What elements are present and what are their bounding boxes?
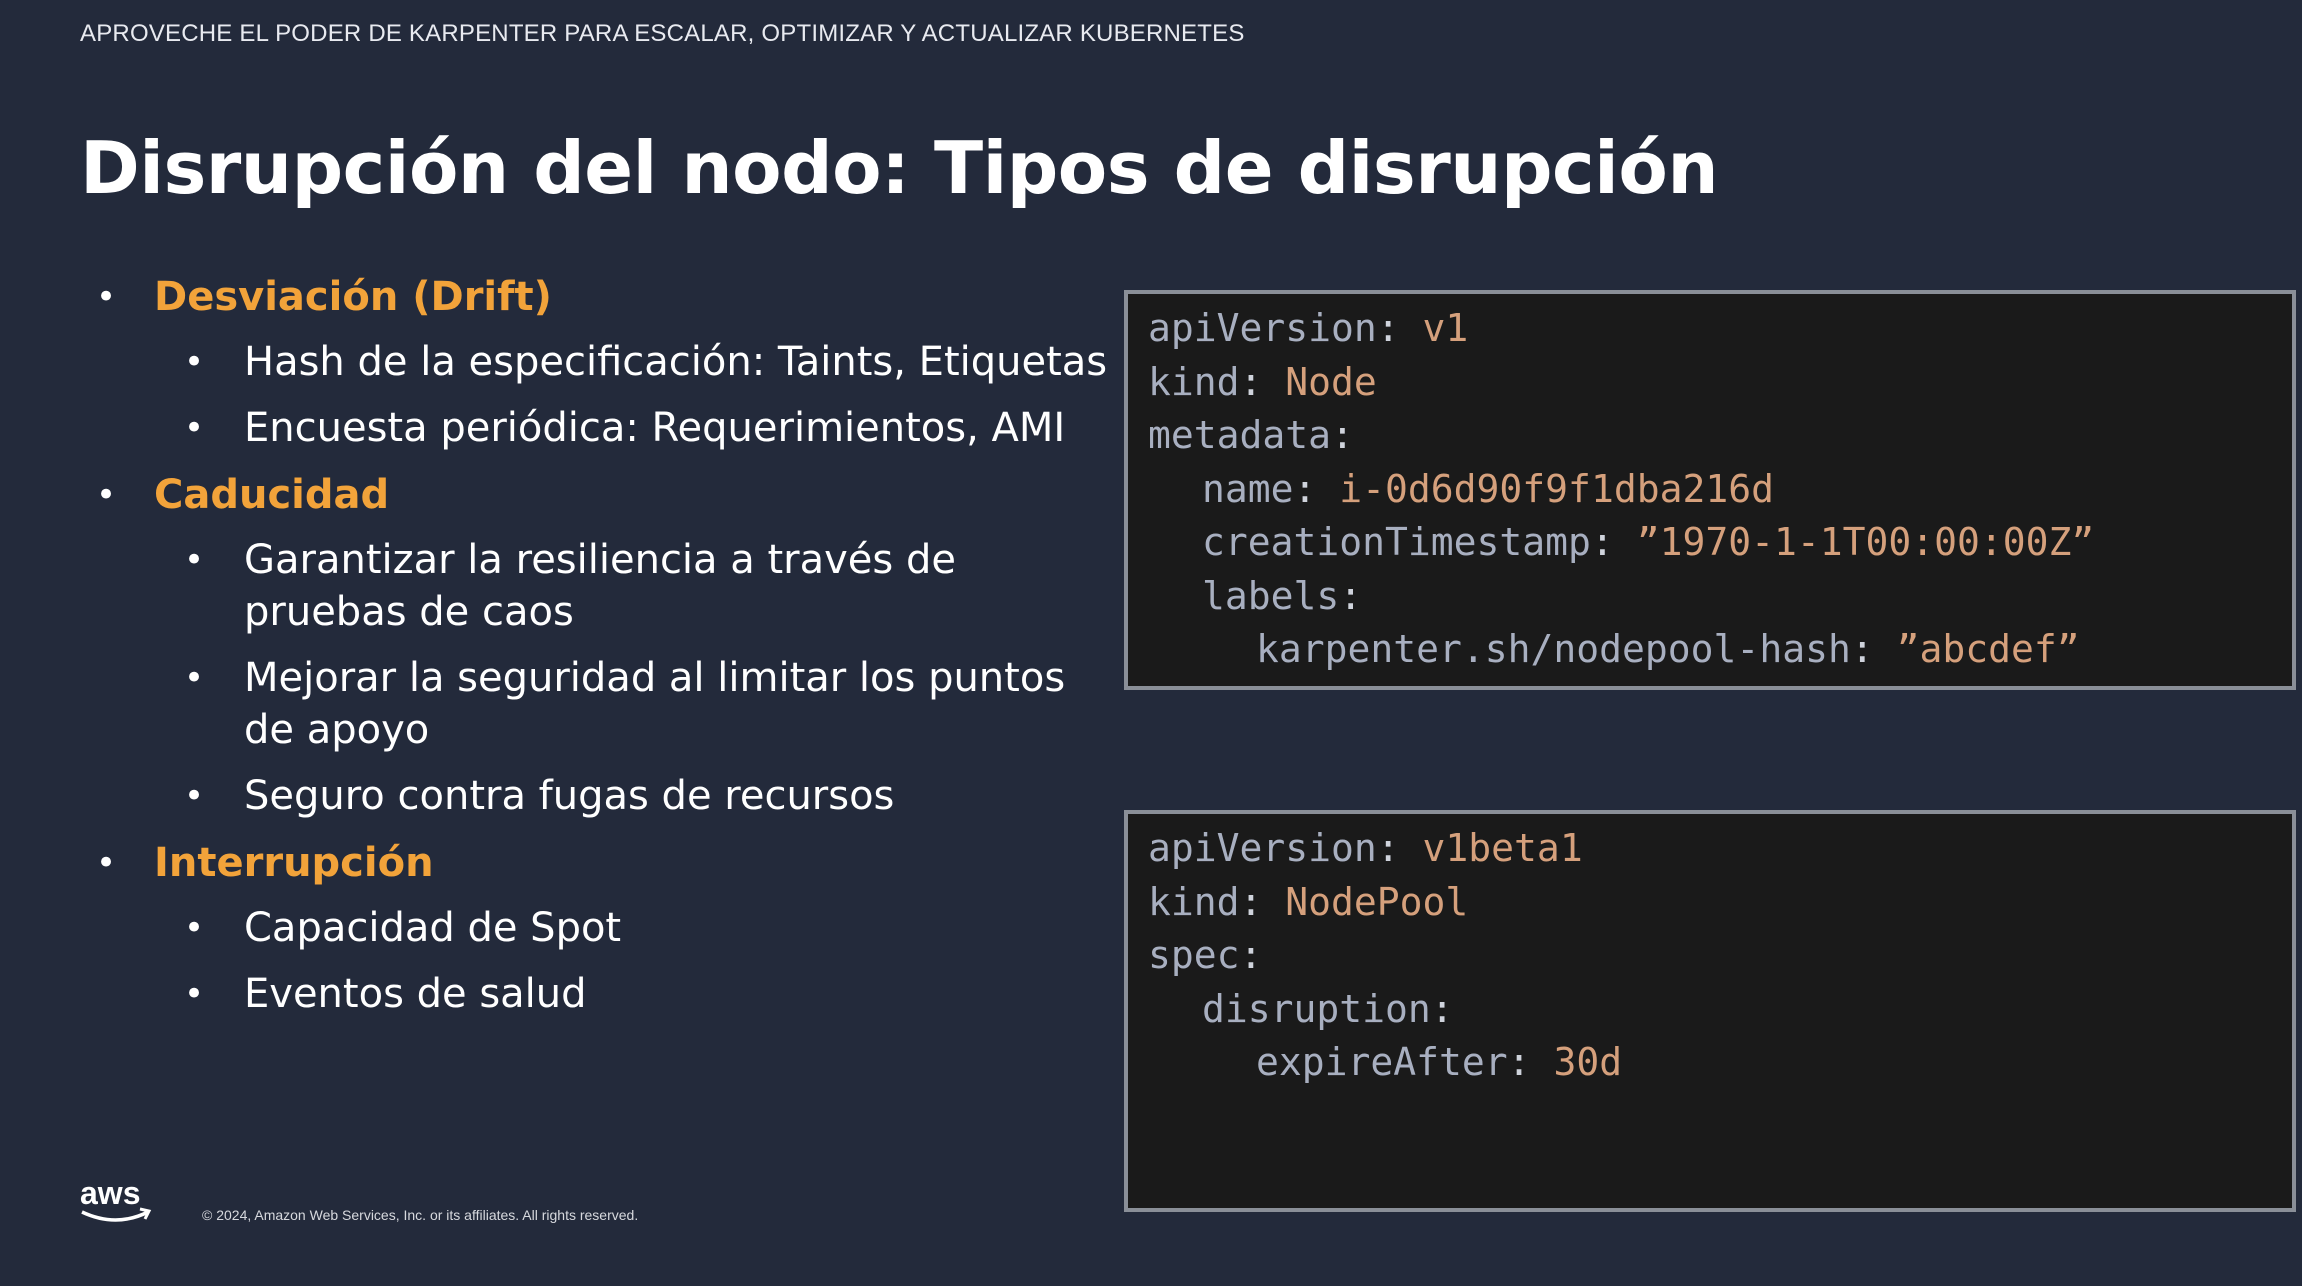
code-line: apiVersion: v1: [1148, 306, 1469, 350]
sub-bullet-text: Seguro contra fugas de recursos: [244, 773, 895, 819]
aws-logo: aws: [78, 1175, 154, 1232]
sub-bullet: • Encuesta periódica: Requerimientos, AM…: [96, 402, 1116, 454]
code-value: v1: [1422, 306, 1469, 350]
sub-bullet: • Seguro contra fugas de recursos: [96, 770, 1116, 822]
bullet-dot: •: [184, 540, 205, 580]
sub-bullet-text: Capacidad de Spot: [244, 905, 622, 951]
copyright-text: © 2024, Amazon Web Services, Inc. or its…: [202, 1207, 639, 1223]
code-value: v1beta1: [1422, 826, 1583, 870]
code-value: ”1970-1-1T00:00:00Z”: [1636, 520, 2095, 564]
code-line: metadata:: [1148, 413, 1354, 457]
bullet-expiration: • Caducidad: [96, 468, 1116, 522]
bullet-dot: •: [96, 843, 117, 883]
bullet-dot: •: [184, 658, 205, 698]
code-line: labels:: [1202, 573, 1363, 618]
code-block-node: apiVersion: v1 kind: Node metadata: name: i…: [1124, 290, 2296, 690]
code-block-nodepool: apiVersion: v1beta1 kind: NodePool spec: di…: [1124, 810, 2296, 1212]
aws-logo-text: aws: [80, 1176, 140, 1211]
bullet-drift: • Desviación (Drift): [96, 270, 1116, 324]
slide-title: Disrupción del nodo: Tipos de disrupción: [80, 126, 1719, 210]
bullet-heading-interruption: Interrupción: [154, 840, 434, 886]
code-line: karpenter.sh/nodepool-hash: ”abcdef”: [1256, 627, 2080, 671]
code-line: disruption:: [1202, 986, 1454, 1031]
sub-bullet: • Garantizar la resiliencia a través de …: [96, 534, 1116, 638]
sub-bullet-text: Eventos de salud: [244, 971, 587, 1017]
bullet-heading-drift: Desviación (Drift): [154, 274, 552, 320]
sub-bullet: • Hash de la especificación: Taints, Eti…: [96, 336, 1116, 388]
sub-bullet-text: Garantizar la resiliencia a través de pr…: [244, 537, 956, 635]
code-value: 30d: [1553, 1040, 1623, 1084]
sub-bullet-text: Encuesta periódica: Requerimientos, AMI: [244, 405, 1066, 451]
sub-bullet-text: Mejorar la seguridad al limitar los punt…: [244, 655, 1066, 753]
code-value: NodePool: [1285, 879, 1469, 924]
code-key: disruption: [1202, 986, 1431, 1031]
sub-bullet: • Capacidad de Spot: [96, 902, 1116, 954]
bullet-dot: •: [184, 342, 205, 382]
bullet-dot: •: [184, 974, 205, 1014]
code-key: name: [1202, 466, 1294, 511]
sub-bullet: • Mejorar la seguridad al limitar los pu…: [96, 652, 1116, 756]
code-key: expireAfter: [1256, 1040, 1508, 1084]
code-value: Node: [1285, 359, 1377, 404]
sub-bullet-text: Hash de la especificación: Taints, Etiqu…: [244, 339, 1108, 385]
code-key: metadata: [1148, 413, 1332, 457]
bullet-dot: •: [184, 776, 205, 816]
aws-logo-icon: aws: [80, 1175, 152, 1222]
code-line: expireAfter: 30d: [1256, 1040, 1623, 1084]
code-value: ”abcdef”: [1896, 627, 2080, 671]
code-line: apiVersion: v1beta1: [1148, 826, 1583, 870]
code-key: karpenter.sh/nodepool-hash: [1256, 627, 1851, 671]
code-key: creationTimestamp: [1202, 520, 1591, 564]
bullet-list: • Desviación (Drift) • Hash de la especi…: [96, 270, 1116, 1034]
code-line: name: i-0d6d90f9f1dba216d: [1202, 466, 1774, 511]
code-line: kind: Node: [1148, 359, 1377, 404]
bullet-interruption: • Interrupción: [96, 836, 1116, 890]
code-value: i-0d6d90f9f1dba216d: [1339, 466, 1774, 511]
code-key: spec: [1148, 933, 1240, 977]
bullet-heading-expiration: Caducidad: [154, 472, 390, 518]
bullet-dot: •: [184, 908, 205, 948]
bullet-dot: •: [96, 475, 117, 515]
code-key: kind: [1148, 879, 1240, 924]
code-key: apiVersion: [1148, 826, 1377, 870]
bullet-dot: •: [96, 277, 117, 317]
code-line: spec:: [1148, 933, 1263, 977]
code-line: kind: NodePool: [1148, 879, 1469, 924]
bullet-dot: •: [184, 408, 205, 448]
code-key: apiVersion: [1148, 306, 1377, 350]
slide-header: APROVECHE EL PODER DE KARPENTER PARA ESC…: [80, 20, 1245, 47]
code-key: kind: [1148, 359, 1240, 404]
sub-bullet: • Eventos de salud: [96, 968, 1116, 1020]
code-key: labels: [1202, 573, 1340, 618]
code-line: creationTimestamp: ”1970-1-1T00:00:00Z”: [1202, 520, 2095, 564]
